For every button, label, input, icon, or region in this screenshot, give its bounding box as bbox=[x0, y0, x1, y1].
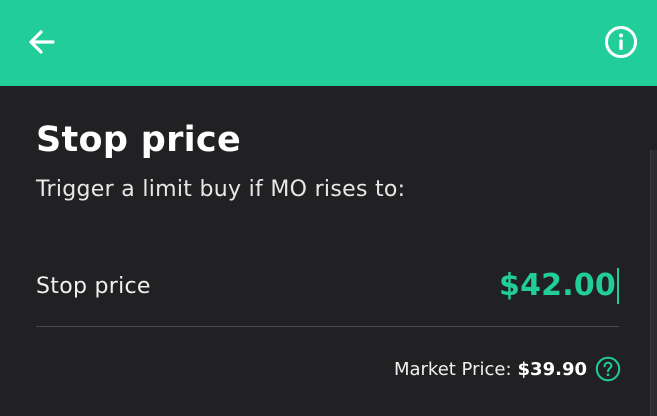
stop-price-input[interactable]: $42.00 bbox=[499, 262, 619, 310]
stop-price-value: $42.00 bbox=[499, 268, 616, 303]
page-subtitle: Trigger a limit buy if MO rises to: bbox=[36, 177, 406, 202]
market-price-value: $39.90 bbox=[517, 358, 587, 380]
top-app-bar bbox=[0, 0, 657, 86]
scrollbar[interactable] bbox=[650, 150, 657, 416]
info-button[interactable] bbox=[599, 20, 643, 64]
back-button[interactable] bbox=[20, 20, 64, 64]
text-caret bbox=[617, 268, 619, 304]
market-price-help-button[interactable] bbox=[595, 356, 621, 382]
market-price-label: Market Price: bbox=[393, 358, 512, 380]
stop-price-row: Stop price $42.00 bbox=[36, 258, 619, 320]
info-icon bbox=[605, 26, 637, 58]
arrow-left-icon bbox=[29, 30, 55, 54]
question-circle-icon bbox=[595, 356, 621, 382]
page-title: Stop price bbox=[36, 120, 242, 160]
stop-price-label: Stop price bbox=[36, 274, 151, 299]
app-screen: Stop price Trigger a limit buy if MO ris… bbox=[0, 0, 657, 416]
market-price-info: Market Price: $39.90 bbox=[394, 354, 621, 384]
divider bbox=[36, 326, 619, 327]
